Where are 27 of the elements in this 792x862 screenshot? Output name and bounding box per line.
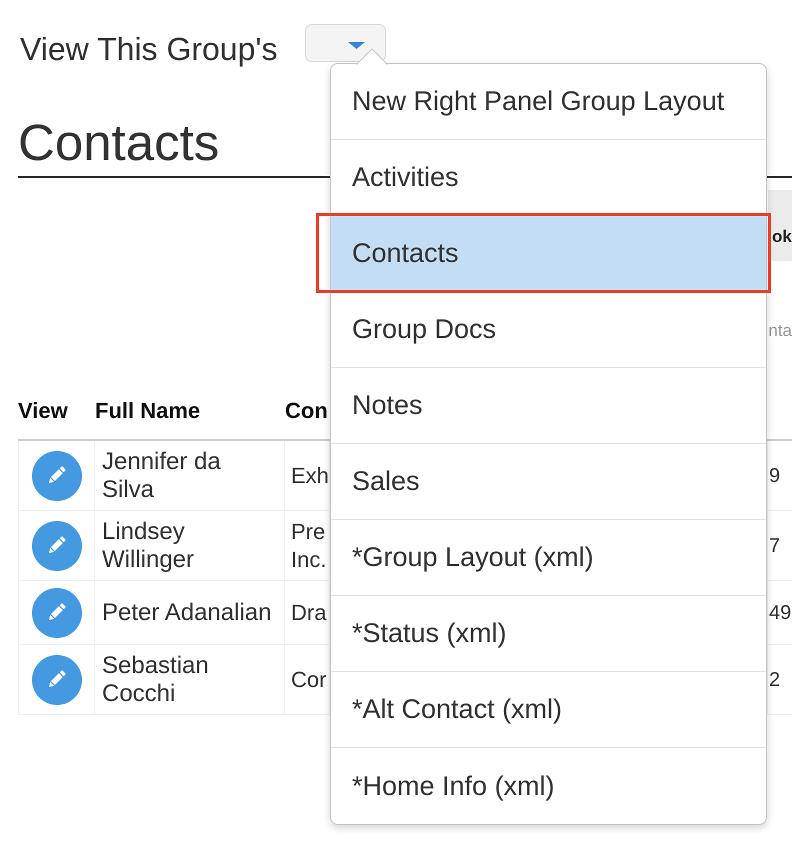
pencil-icon (47, 603, 66, 622)
menu-item[interactable]: *Group Layout (xml) (331, 520, 766, 596)
group-view-label: View This Group's (20, 31, 278, 68)
caret-icon (348, 42, 366, 49)
pencil-icon (47, 466, 66, 485)
table-cell: 49 (768, 581, 792, 645)
pencil-icon (47, 670, 66, 689)
dropdown-button[interactable] (305, 24, 386, 62)
caption-text: nta (768, 321, 792, 341)
menu-item[interactable]: *Alt Contact (xml) (331, 672, 766, 748)
column-header: View (18, 397, 95, 441)
column-header: Full Name (95, 397, 285, 441)
table-cell: 7 (768, 511, 792, 581)
menu-item[interactable]: Group Docs (331, 292, 766, 368)
menu-item[interactable]: *Home Info (xml) (331, 748, 766, 824)
menu-item[interactable]: Notes (331, 368, 766, 444)
table-cell: 2 (768, 645, 792, 715)
table-cell: Lindsey Willinger (95, 511, 285, 581)
table-cell: Sebastian Cocchi (95, 645, 285, 715)
table-cell: 9 (768, 441, 792, 511)
page-heading: Contacts (18, 113, 220, 172)
menu-item[interactable]: Sales (331, 444, 766, 520)
table-cell: Jennifer da Silva (95, 441, 285, 511)
section-header-text: ok (772, 227, 792, 247)
pencil-icon (47, 536, 66, 555)
table-cell: Peter Adanalian (95, 581, 285, 645)
menu-item[interactable]: *Status (xml) (331, 596, 766, 672)
